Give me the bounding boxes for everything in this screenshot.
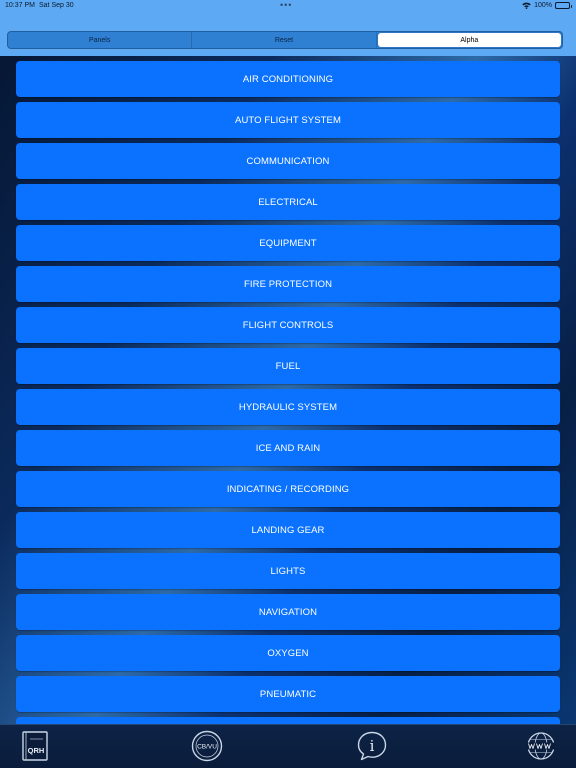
list-item-next-partial[interactable] <box>16 717 560 724</box>
list-item-oxygen[interactable]: OXYGEN <box>16 635 560 671</box>
status-time: 10:37 PM <box>5 2 35 9</box>
list-item-auto-flight-system[interactable]: AUTO FLIGHT SYSTEM <box>16 102 560 138</box>
status-date: Sat Sep 30 <box>39 2 74 9</box>
wifi-icon <box>522 2 531 9</box>
tab-cb-vu[interactable]: CB/VU <box>191 730 223 762</box>
battery-icon <box>555 2 572 9</box>
cb-vu-icon: CB/VU <box>191 730 223 762</box>
list-item-flight-controls[interactable]: FLIGHT CONTROLS <box>16 307 560 343</box>
tab-bar: QRH CB/VU i <box>0 724 576 768</box>
qrh-book-icon: QRH <box>22 731 48 761</box>
list-item-communication[interactable]: COMMUNICATION <box>16 143 560 179</box>
list-item-air-conditioning[interactable]: AIR CONDITIONING <box>16 61 560 97</box>
list-item-indicating-recording[interactable]: INDICATING / RECORDING <box>16 471 560 507</box>
segment-alpha[interactable]: Alpha <box>377 33 561 47</box>
list-item-landing-gear[interactable]: LANDING GEAR <box>16 512 560 548</box>
list-item-equipment[interactable]: EQUIPMENT <box>16 225 560 261</box>
system-list[interactable]: AIR CONDITIONING AUTO FLIGHT SYSTEM COMM… <box>0 56 576 724</box>
list-item-ice-and-rain[interactable]: ICE AND RAIN <box>16 430 560 466</box>
view-mode-segmented-control[interactable]: Panels Reset Alpha <box>7 31 563 49</box>
tab-qrh[interactable]: QRH <box>19 730 51 762</box>
segment-panels[interactable]: Panels <box>8 32 193 48</box>
tab-web[interactable] <box>525 730 557 762</box>
list-item-fuel[interactable]: FUEL <box>16 348 560 384</box>
qrh-label: QRH <box>28 746 45 755</box>
globe-www-icon <box>527 732 555 760</box>
tab-info[interactable]: i <box>356 730 388 762</box>
multitasking-dots[interactable]: ••• <box>280 0 292 10</box>
status-bar: 10:37 PM Sat Sep 30 ••• 100% <box>0 0 576 12</box>
list-item-hydraulic-system[interactable]: HYDRAULIC SYSTEM <box>16 389 560 425</box>
list-item-lights[interactable]: LIGHTS <box>16 553 560 589</box>
segment-reset[interactable]: Reset <box>192 32 377 48</box>
list-item-navigation[interactable]: NAVIGATION <box>16 594 560 630</box>
list-item-electrical[interactable]: ELECTRICAL <box>16 184 560 220</box>
info-label: i <box>370 737 375 755</box>
list-item-fire-protection[interactable]: FIRE PROTECTION <box>16 266 560 302</box>
list-item-pneumatic[interactable]: PNEUMATIC <box>16 676 560 712</box>
battery-percent: 100% <box>534 2 552 9</box>
status-right: 100% <box>522 2 572 9</box>
top-bar: 10:37 PM Sat Sep 30 ••• 100% Panels Rese… <box>0 0 576 56</box>
info-bubble-icon: i <box>357 731 387 761</box>
cbvu-label: CB/VU <box>197 744 217 751</box>
